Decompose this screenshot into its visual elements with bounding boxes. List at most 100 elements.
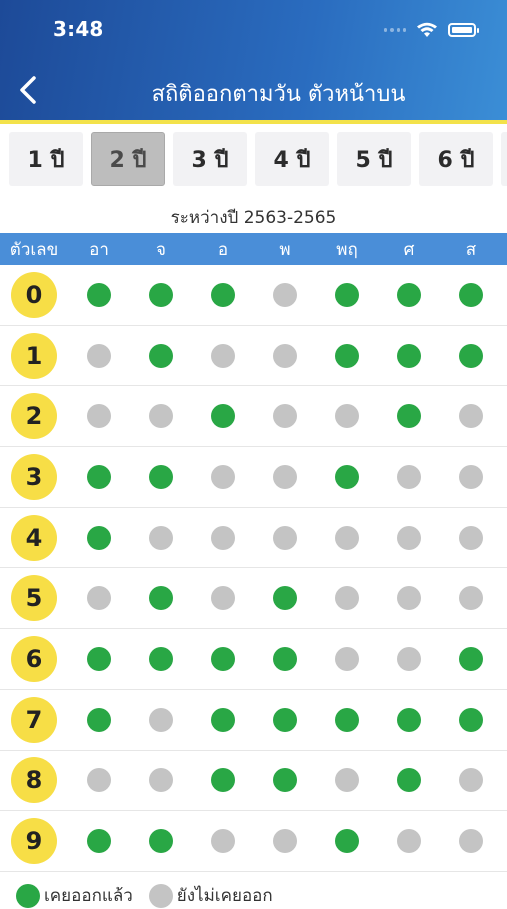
day-cell (378, 343, 440, 368)
not-drawn-dot-icon (211, 464, 235, 489)
day-cell (316, 404, 378, 429)
number-cell: 0 (0, 271, 68, 318)
day-cell (130, 707, 192, 732)
number-cell: 7 (0, 696, 68, 743)
drawn-dot-icon (273, 768, 297, 793)
drawn-dot-icon (335, 464, 359, 489)
not-drawn-dot-icon (273, 404, 297, 429)
drawn-dot-icon (87, 646, 111, 671)
drawn-dot-icon (335, 343, 359, 368)
drawn-dot-icon (87, 282, 111, 307)
table-header: ตัวเลข อา จ อ พ พฤ ศ ส (0, 233, 507, 265)
number-cell: 6 (0, 635, 68, 682)
day-cell (68, 586, 130, 611)
drawn-dot-icon (273, 707, 297, 732)
drawn-dot-icon (397, 404, 421, 429)
not-drawn-dot-icon (459, 404, 483, 429)
number-badge: 4 (11, 514, 57, 561)
tab-year-3[interactable]: 3 ปี (173, 132, 247, 186)
not-drawn-dot-icon (273, 343, 297, 368)
table-row: 3 (0, 447, 507, 508)
number-badge: 1 (11, 332, 57, 379)
number-cell: 2 (0, 393, 68, 440)
day-cell (378, 707, 440, 732)
day-cell (254, 829, 316, 854)
drawn-dot-icon (335, 282, 359, 307)
day-cell (130, 525, 192, 550)
app-header: 3:48 สถิติออกตามวัน ตัวหน้าบน (0, 0, 507, 120)
day-cell (378, 525, 440, 550)
day-cell (254, 282, 316, 307)
drawn-dot-icon (459, 282, 483, 307)
drawn-dot-icon (149, 282, 173, 307)
number-badge: 5 (11, 575, 57, 622)
day-cell (440, 646, 502, 671)
table-row: 4 (0, 508, 507, 569)
drawn-dot-icon (397, 707, 421, 732)
day-header: ส (465, 239, 477, 260)
tab-overflow[interactable] (501, 132, 507, 186)
not-drawn-dot-icon (149, 707, 173, 732)
not-drawn-dot-icon (397, 525, 421, 550)
number-cell: 5 (0, 575, 68, 622)
tab-year-4[interactable]: 4 ปี (255, 132, 329, 186)
day-cell (192, 464, 254, 489)
day-cell (254, 768, 316, 793)
day-cell (130, 343, 192, 368)
drawn-dot-icon (149, 343, 173, 368)
day-cell (192, 829, 254, 854)
day-cell (192, 282, 254, 307)
not-drawn-dot-icon (459, 829, 483, 854)
drawn-dot-icon (459, 343, 483, 368)
day-cell (378, 282, 440, 307)
day-cell (192, 707, 254, 732)
day-cell (68, 768, 130, 793)
day-cell (378, 646, 440, 671)
day-cell (316, 768, 378, 793)
legend: เคยออกแล้ว ยังไม่เคยออก (16, 882, 289, 909)
day-cell (68, 282, 130, 307)
day-cell (316, 586, 378, 611)
drawn-dot-icon (273, 586, 297, 611)
back-button[interactable] (14, 74, 44, 106)
not-drawn-dot-icon (149, 768, 173, 793)
tab-year-1[interactable]: 1 ปี (9, 132, 83, 186)
not-drawn-dot-icon (459, 586, 483, 611)
day-cell (378, 464, 440, 489)
day-cell (440, 707, 502, 732)
drawn-dot-icon (335, 707, 359, 732)
number-cell: 9 (0, 818, 68, 865)
day-header: จ (156, 239, 166, 260)
table-row: 7 (0, 690, 507, 751)
day-cell (130, 404, 192, 429)
drawn-dot-icon (211, 768, 235, 793)
table-row: 0 (0, 265, 507, 326)
not-drawn-dot-icon (273, 282, 297, 307)
number-badge: 9 (11, 818, 57, 865)
drawn-dot-icon (397, 768, 421, 793)
not-drawn-dot-icon (397, 464, 421, 489)
not-drawn-dot-icon (149, 525, 173, 550)
tab-year-2[interactable]: 2 ปี (91, 132, 165, 186)
not-drawn-dot-icon (273, 829, 297, 854)
day-header: อ (217, 239, 229, 260)
tab-year-5[interactable]: 5 ปี (337, 132, 411, 186)
number-badge: 2 (11, 393, 57, 440)
not-drawn-dot-icon (149, 404, 173, 429)
table-row: 9 (0, 811, 507, 872)
tab-year-6[interactable]: 6 ปี (419, 132, 493, 186)
day-cell (316, 343, 378, 368)
legend-item-off: ยังไม่เคยออก (148, 882, 273, 909)
number-cell: 1 (0, 332, 68, 379)
not-drawn-dot-icon (335, 586, 359, 611)
day-cell (254, 404, 316, 429)
drawn-dot-icon (87, 464, 111, 489)
stats-table: 0 1 2 3 4 5 6 7 8 9 (0, 265, 507, 872)
battery-icon (448, 23, 476, 37)
day-header: พ (279, 239, 291, 260)
legend-on-label: เคยออกแล้ว (44, 886, 133, 906)
day-cell (254, 707, 316, 732)
day-cell (316, 707, 378, 732)
gray-dot-icon (148, 883, 173, 908)
day-cell (316, 829, 378, 854)
